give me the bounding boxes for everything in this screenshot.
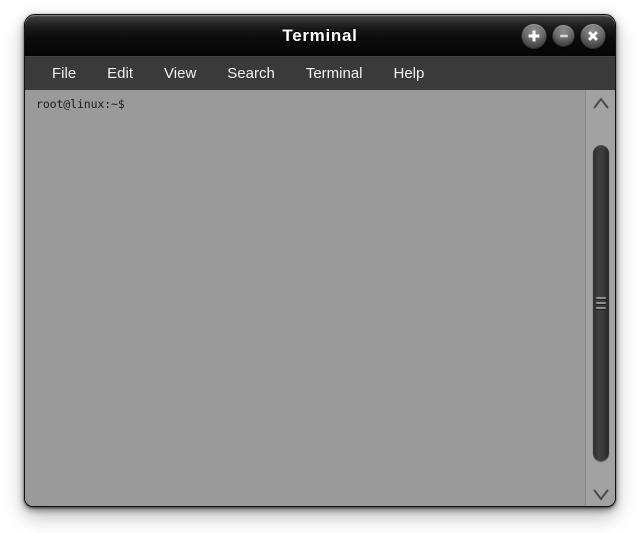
menu-item-help[interactable]: Help — [381, 62, 438, 85]
chevron-up-icon — [592, 96, 610, 110]
scroll-down-button[interactable] — [586, 482, 615, 506]
grip-line — [596, 302, 606, 304]
maximize-button[interactable] — [521, 22, 547, 49]
chevron-down-icon — [592, 488, 610, 502]
vertical-scroll-track[interactable] — [586, 116, 615, 482]
grip-line — [596, 297, 606, 299]
plus-icon — [527, 29, 541, 43]
menu-item-file[interactable]: File — [39, 62, 89, 85]
grip-line — [596, 307, 606, 309]
terminal-body: root@linux:~$ — [25, 90, 615, 506]
terminal-window: Terminal File Edit View Search Terminal … — [24, 14, 616, 507]
menu-item-terminal[interactable]: Terminal — [293, 62, 376, 85]
menu-item-search[interactable]: Search — [214, 62, 288, 85]
vertical-scrollbar[interactable] — [585, 90, 615, 506]
close-icon — [586, 29, 600, 43]
scroll-up-button[interactable] — [586, 90, 615, 116]
terminal-output-area[interactable]: root@linux:~$ — [25, 90, 585, 506]
vertical-scroll-thumb[interactable] — [593, 145, 609, 461]
menu-item-view[interactable]: View — [151, 62, 209, 85]
minus-icon — [558, 30, 570, 42]
screen-root: Terminal File Edit View Search Terminal … — [0, 0, 640, 533]
terminal-prompt-line: root@linux:~$ — [36, 97, 125, 111]
menu-item-edit[interactable]: Edit — [94, 62, 146, 85]
menu-bar: File Edit View Search Terminal Help — [25, 56, 615, 90]
close-button[interactable] — [580, 22, 606, 49]
window-controls — [521, 22, 606, 49]
window-title: Terminal — [282, 25, 358, 45]
title-bar[interactable]: Terminal — [25, 15, 615, 56]
minimize-button[interactable] — [552, 24, 575, 47]
